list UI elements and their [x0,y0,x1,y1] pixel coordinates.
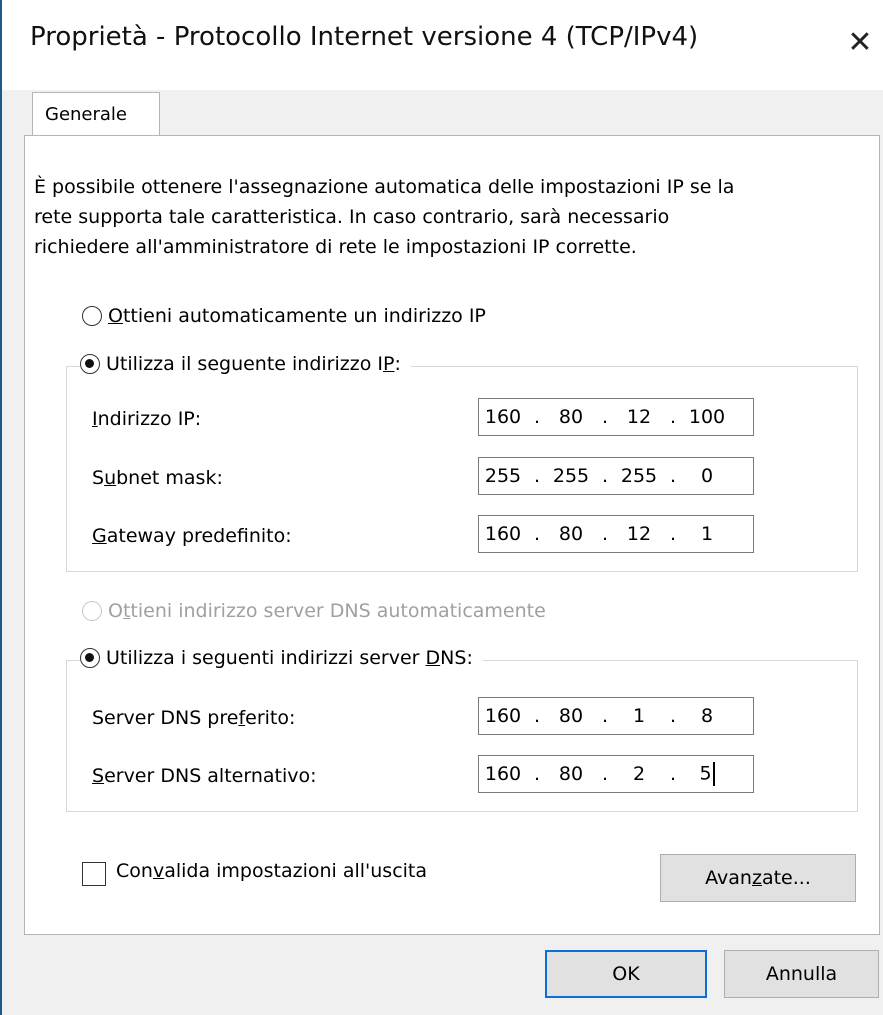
intro-line-1: È possibile ottenere l'assegnazione auto… [34,176,735,198]
pref-dns-octet-4[interactable]: 8 [683,705,731,727]
intro-text: È possibile ottenere l'assegnazione auto… [34,172,834,262]
title-bar[interactable]: Proprietà - Protocollo Internet versione… [2,0,883,90]
gateway-label: Gateway predefinito: [92,525,292,547]
alt-dns-octet-4[interactable]: 5 [683,762,731,786]
pref-dns-octet-2[interactable]: 80 [547,705,595,727]
cancel-button[interactable]: Annulla [724,950,879,998]
close-icon[interactable]: ✕ [840,20,880,66]
alt-dns-octet-2[interactable]: 80 [547,763,595,785]
dns-manual-radio[interactable] [80,648,100,668]
validate-checkbox[interactable] [82,862,106,886]
alt-dns-octet-3[interactable]: 2 [615,763,663,785]
dns-auto-radio [82,601,102,621]
mask-octet-3[interactable]: 255 [615,465,663,487]
gateway-octet-4[interactable]: 1 [683,523,731,545]
ip-auto-radio-option[interactable]: Ottieni automaticamente un indirizzo IP [82,305,486,327]
pref-dns-octet-3[interactable]: 1 [615,705,663,727]
ip-manual-radio-option[interactable]: Utilizza il seguente indirizzo IP: [80,353,411,375]
intro-line-2: rete supporta tale caratteristica. In ca… [34,206,670,228]
dns-auto-radio-option: Ottieni indirizzo server DNS automaticam… [82,600,546,622]
ok-button[interactable]: OK [545,950,707,998]
text-caret [712,762,715,786]
subnet-mask-label: Subnet mask: [92,467,223,489]
validate-checkbox-label[interactable]: Convalida impostazioni all'uscita [116,860,427,882]
dns-manual-radio-label: Utilizza i seguenti indirizzi server DNS… [106,647,473,669]
ip-manual-radio[interactable] [80,354,100,374]
intro-line-3: richiedere all'amministratore di rete le… [34,236,637,258]
preferred-dns-input[interactable]: 160. 80. 1. 8 [478,697,754,735]
alternate-dns-label: Server DNS alternativo: [92,765,317,787]
tab-generale[interactable]: Generale [32,92,160,136]
pref-dns-octet-1[interactable]: 160 [479,705,527,727]
ip-octet-1[interactable]: 160 [479,406,527,428]
dns-manual-radio-option[interactable]: Utilizza i seguenti indirizzi server DNS… [80,647,483,669]
gateway-octet-2[interactable]: 80 [547,523,595,545]
preferred-dns-label: Server DNS preferito: [92,707,296,729]
gateway-input[interactable]: 160. 80. 12. 1 [478,515,754,553]
ip-address-label: Indirizzo IP: [92,408,202,430]
mask-octet-1[interactable]: 255 [479,465,527,487]
alternate-dns-input[interactable]: 160. 80. 2. 5 [478,755,754,793]
mask-octet-2[interactable]: 255 [547,465,595,487]
ip-octet-4[interactable]: 100 [683,406,731,428]
gateway-octet-3[interactable]: 12 [615,523,663,545]
ip-manual-radio-label: Utilizza il seguente indirizzo IP: [106,353,401,375]
ip-auto-radio-label: Ottieni automaticamente un indirizzo IP [108,305,486,327]
alt-dns-octet-1[interactable]: 160 [479,763,527,785]
window-title: Proprietà - Protocollo Internet versione… [30,22,699,52]
ip-octet-2[interactable]: 80 [547,406,595,428]
gateway-octet-1[interactable]: 160 [479,523,527,545]
advanced-button[interactable]: Avanzate... [660,854,856,902]
mask-octet-4[interactable]: 0 [683,465,731,487]
subnet-mask-input[interactable]: 255. 255. 255. 0 [478,457,754,495]
ip-octet-3[interactable]: 12 [615,406,663,428]
dns-auto-radio-label: Ottieni indirizzo server DNS automaticam… [108,600,546,622]
ip-auto-radio[interactable] [82,306,102,326]
dialog-window: Proprietà - Protocollo Internet versione… [0,0,883,1015]
ip-address-input[interactable]: 160. 80. 12. 100 [478,398,754,436]
